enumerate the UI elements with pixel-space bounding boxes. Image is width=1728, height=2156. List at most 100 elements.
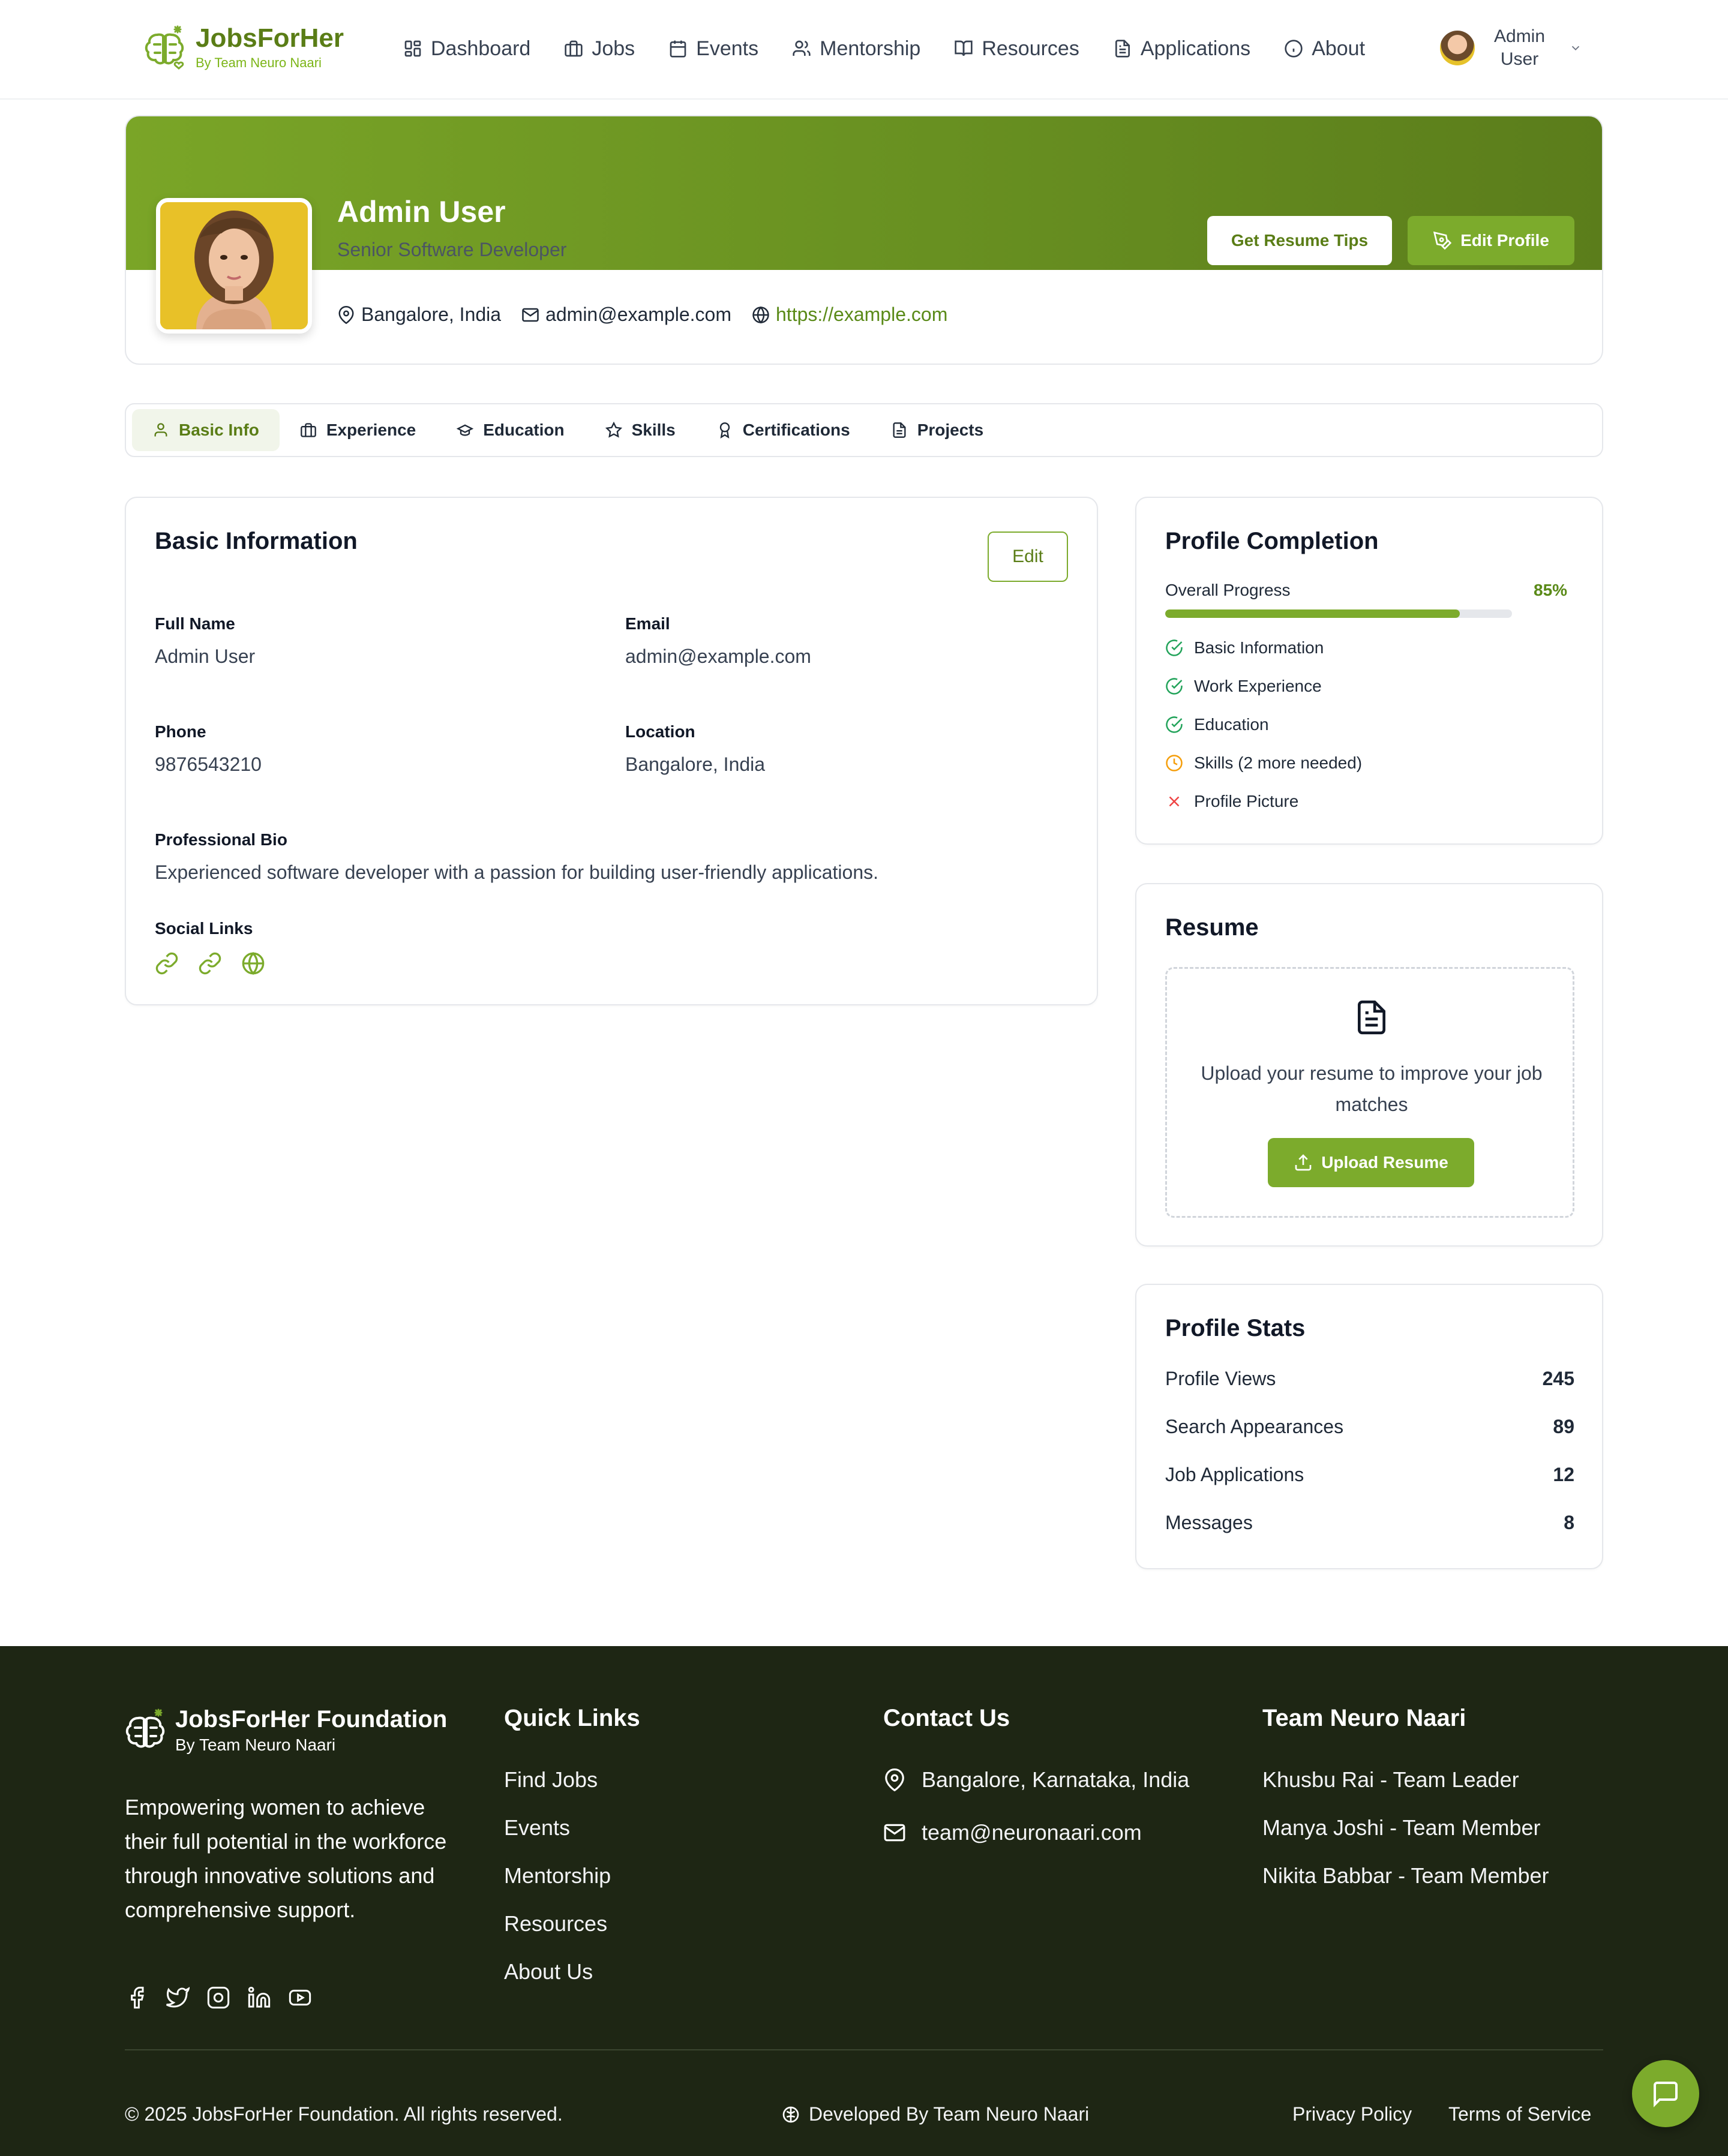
globe-icon[interactable]	[241, 951, 265, 975]
footer-link-events[interactable]: Events	[504, 1815, 570, 1840]
stat-row: Messages 8	[1165, 1512, 1574, 1534]
facebook-icon[interactable]	[125, 1986, 149, 2010]
tab-experience[interactable]: Experience	[280, 409, 436, 451]
linkedin-icon[interactable]	[247, 1986, 271, 2010]
social-links-label: Social Links	[155, 919, 253, 938]
footer: JobsForHer Foundation By Team Neuro Naar…	[0, 1646, 1728, 2156]
progress-bar-fill	[1165, 609, 1460, 618]
globe-icon	[752, 306, 770, 324]
upload-resume-button[interactable]: Upload Resume	[1268, 1138, 1474, 1187]
mail-icon	[883, 1821, 906, 1844]
instagram-icon[interactable]	[206, 1986, 230, 2010]
completion-item: Education	[1165, 715, 1269, 734]
profile-contact-row: Bangalore, India admin@example.com https…	[337, 304, 968, 326]
profile-stats-card: Profile Stats Profile Views 245 Search A…	[1135, 1284, 1603, 1569]
edit-basic-info-button[interactable]: Edit	[988, 532, 1068, 582]
resume-card: Resume Upload your resume to improve you…	[1135, 883, 1603, 1247]
bio-label: Professional Bio	[155, 830, 287, 849]
tab-certifications[interactable]: Certifications	[696, 409, 871, 451]
team-member: Nikita Babbar - Team Member	[1262, 1863, 1549, 1888]
link-icon[interactable]	[155, 951, 179, 975]
footer-contact-email[interactable]: team@neuronaari.com	[883, 1820, 1142, 1845]
team-title: Team Neuro Naari	[1262, 1705, 1466, 1731]
stat-value: 8	[1564, 1512, 1574, 1533]
avatar	[1440, 31, 1475, 65]
bio-value: Experienced software developer with a pa…	[155, 861, 878, 883]
map-pin-icon	[883, 1768, 906, 1791]
resume-title: Resume	[1165, 914, 1259, 941]
nav-jobs-label: Jobs	[592, 37, 635, 60]
profile-website[interactable]: https://example.com	[752, 304, 947, 326]
overall-progress-percent: 85%	[1534, 581, 1568, 599]
resume-dropzone[interactable]: Upload your resume to improve your job m…	[1165, 967, 1574, 1218]
briefcase-icon	[300, 422, 317, 439]
team-member: Manya Joshi - Team Member	[1262, 1815, 1541, 1840]
stat-row: Search Appearances 89	[1165, 1416, 1574, 1438]
profile-website-link[interactable]: https://example.com	[776, 304, 947, 326]
nav-about[interactable]: About	[1284, 34, 1365, 64]
chat-button[interactable]	[1632, 2060, 1699, 2127]
chevron-down-icon	[1569, 41, 1582, 55]
footer-link-resources[interactable]: Resources	[504, 1911, 607, 1936]
nav-applications[interactable]: Applications	[1113, 34, 1250, 64]
brain-logo-icon	[125, 1707, 167, 1754]
brand-tagline: By Team Neuro Naari	[196, 55, 322, 70]
quick-links-title: Quick Links	[504, 1705, 640, 1731]
document-icon	[1113, 39, 1132, 58]
user-menu[interactable]: Admin User	[1440, 25, 1582, 71]
get-resume-tips-button[interactable]: Get Resume Tips	[1207, 216, 1392, 265]
full-name-label: Full Name	[155, 614, 235, 633]
terms-of-service-link[interactable]: Terms of Service	[1448, 2103, 1591, 2125]
nav-dashboard[interactable]: Dashboard	[403, 34, 530, 64]
footer-contact-address: Bangalore, Karnataka, India	[883, 1767, 1189, 1792]
mail-icon	[521, 306, 539, 324]
nav-resources-label: Resources	[982, 37, 1079, 60]
stat-row: Profile Views 245	[1165, 1368, 1574, 1390]
footer-contact-email-text: team@neuronaari.com	[922, 1820, 1142, 1845]
tab-projects[interactable]: Projects	[871, 409, 1004, 451]
stat-value: 245	[1542, 1368, 1574, 1389]
user-name-first: Admin	[1494, 26, 1546, 46]
email-value: admin@example.com	[625, 645, 811, 667]
nav-jobs[interactable]: Jobs	[564, 34, 635, 64]
tab-projects-label: Projects	[917, 421, 984, 439]
tab-education-label: Education	[483, 421, 565, 439]
footer-link-about-us[interactable]: About Us	[504, 1959, 593, 1984]
tab-skills-label: Skills	[631, 421, 676, 439]
profile-tabs: Basic Info Experience Education Skills C…	[125, 403, 1603, 457]
link-icon[interactable]	[198, 951, 222, 975]
twitter-icon[interactable]	[166, 1986, 190, 2010]
completion-item-label: Basic Information	[1194, 638, 1324, 657]
privacy-policy-link[interactable]: Privacy Policy	[1292, 2103, 1412, 2125]
email-label: Email	[625, 614, 670, 633]
brand-logo[interactable]: JobsForHer By Team Neuro Naari	[144, 24, 344, 71]
edit-profile-label: Edit Profile	[1460, 231, 1549, 250]
overall-progress-label: Overall Progress	[1165, 581, 1291, 599]
nav-applications-label: Applications	[1140, 37, 1251, 60]
footer-description: Empowering women to achieve their full p…	[125, 1795, 447, 1922]
basic-information-title: Basic Information	[155, 528, 358, 554]
tab-skills[interactable]: Skills	[585, 409, 696, 451]
file-text-icon	[1353, 996, 1390, 1038]
full-name-value: Admin User	[155, 645, 256, 667]
nav-resources[interactable]: Resources	[954, 34, 1079, 64]
youtube-icon[interactable]	[288, 1986, 312, 2010]
profile-email[interactable]: admin@example.com	[521, 304, 731, 326]
tab-education[interactable]: Education	[436, 409, 584, 451]
clock-icon	[1165, 754, 1183, 772]
completion-item-label: Skills (2 more needed)	[1194, 753, 1363, 772]
edit-profile-button[interactable]: Edit Profile	[1408, 216, 1574, 265]
nav-mentorship[interactable]: Mentorship	[792, 34, 920, 64]
briefcase-icon	[564, 39, 583, 58]
brain-icon	[781, 2105, 800, 2124]
footer-social-links	[125, 1986, 329, 2010]
footer-link-mentorship[interactable]: Mentorship	[504, 1863, 611, 1888]
star-icon	[605, 422, 622, 439]
footer-link-find-jobs[interactable]: Find Jobs	[504, 1767, 598, 1792]
profile-location: Bangalore, India	[337, 304, 501, 326]
check-circle-icon	[1165, 639, 1183, 657]
nav-events[interactable]: Events	[668, 34, 758, 64]
profile-completion-card: Profile Completion Overall Progress 85% …	[1135, 497, 1603, 845]
tab-basic-info[interactable]: Basic Info	[132, 409, 280, 451]
footer-brand: JobsForHer Foundation By Team Neuro Naar…	[125, 1706, 447, 1755]
